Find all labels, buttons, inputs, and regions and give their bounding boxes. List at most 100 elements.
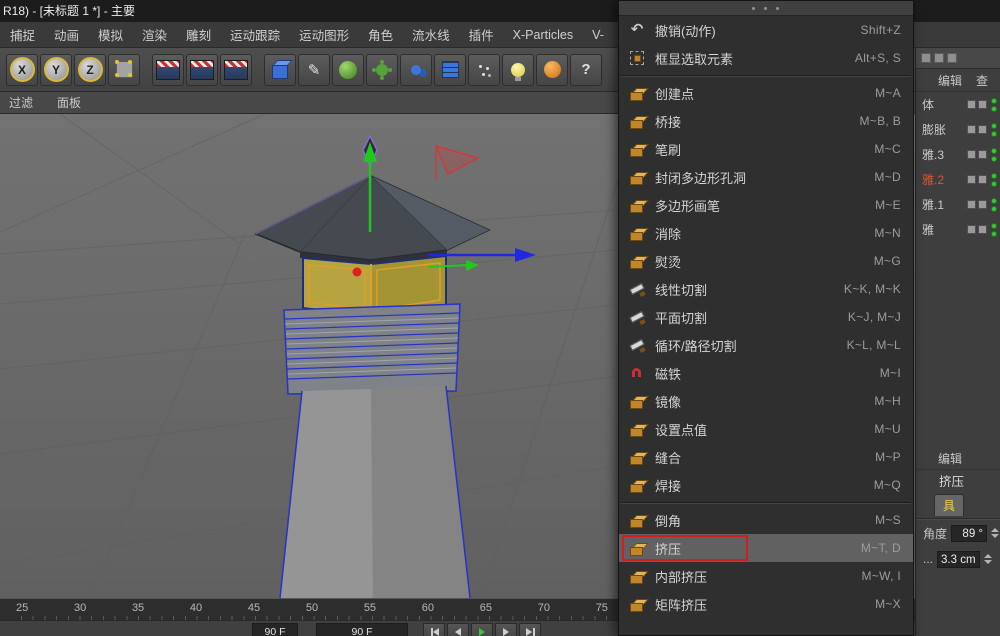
menu-simulate[interactable]: 模拟: [98, 25, 123, 44]
menu-item-line-cut[interactable]: 线性切割 K~K, M~K: [619, 275, 913, 303]
render-view-button[interactable]: [152, 54, 184, 86]
menu-item-magnet[interactable]: 磁铁 M~I: [619, 359, 913, 387]
visibility-dots[interactable]: [991, 223, 997, 237]
add-generator-button[interactable]: [332, 54, 364, 86]
play-icon: [479, 628, 485, 636]
play-button[interactable]: [471, 623, 493, 636]
coordinate-system-toggle[interactable]: [108, 54, 140, 86]
menu-item-extrude[interactable]: 挤压 M~T, D: [619, 534, 913, 562]
menu-item-matrix-extrude[interactable]: 矩阵挤压 M~X: [619, 590, 913, 618]
menu-sculpt[interactable]: 雕刻: [186, 25, 211, 44]
next-frame-button[interactable]: [495, 623, 517, 636]
menu-item-close-polygon-hole[interactable]: 封闭多边形孔洞 M~D: [619, 163, 913, 191]
tag-icon[interactable]: [978, 175, 987, 184]
visibility-dots[interactable]: [991, 173, 997, 187]
menu-item-create-point[interactable]: 创建点 M~A: [619, 79, 913, 107]
menu-item-bridge[interactable]: 桥接 M~B, B: [619, 107, 913, 135]
object-row[interactable]: 体: [916, 92, 1000, 117]
previous-frame-button[interactable]: [447, 623, 469, 636]
menu-motion-tracker[interactable]: 运动跟踪: [230, 25, 280, 44]
go-to-end-button[interactable]: [519, 623, 541, 636]
menu-character[interactable]: 角色: [368, 25, 393, 44]
angle-input[interactable]: 89 °: [951, 525, 987, 542]
viewport-menu-filter[interactable]: 过滤: [9, 94, 33, 111]
tool-tab[interactable]: 具: [934, 494, 964, 516]
help-button[interactable]: ?: [570, 54, 602, 86]
render-picture-viewer-button[interactable]: [186, 54, 218, 86]
offset-spinner[interactable]: [984, 554, 992, 564]
menu-item-extrude-inner[interactable]: 内部挤压 M~W, I: [619, 562, 913, 590]
object-menu-view[interactable]: 查: [976, 72, 988, 89]
menu-item-loop-path-cut[interactable]: 循环/路径切割 K~L, M~L: [619, 331, 913, 359]
menu-mograph[interactable]: 运动图形: [299, 25, 349, 44]
tag-icon[interactable]: [978, 100, 987, 109]
visibility-dots[interactable]: [991, 148, 997, 162]
pen-tool-button[interactable]: ✎: [298, 54, 330, 86]
tag-icon[interactable]: [967, 100, 976, 109]
dissolve-icon: [629, 225, 645, 241]
visibility-dots[interactable]: [991, 123, 997, 137]
object-row[interactable]: 雅: [916, 217, 1000, 242]
selected-point[interactable]: [353, 268, 362, 277]
menu-pipeline[interactable]: 流水线: [412, 25, 450, 44]
add-light-button[interactable]: [502, 54, 534, 86]
tick-label: 50: [306, 602, 318, 614]
viewport-menu-panel[interactable]: 面板: [57, 94, 81, 111]
tag-icon[interactable]: [978, 225, 987, 234]
menu-render[interactable]: 渲染: [142, 25, 167, 44]
object-menu-edit[interactable]: 编辑: [938, 72, 962, 89]
menu-item-plane-cut[interactable]: 平面切割 K~J, M~J: [619, 303, 913, 331]
object-row-selected[interactable]: 雅.2: [916, 167, 1000, 192]
visibility-dots[interactable]: [991, 198, 997, 212]
add-metaball-button[interactable]: [400, 54, 432, 86]
menu-item-frame-selected[interactable]: 框显选取元素 Alt+S, S: [619, 44, 913, 72]
add-sky-button[interactable]: [536, 54, 568, 86]
menu-scroll-up[interactable]: [619, 1, 913, 16]
current-frame-field[interactable]: 90 F: [252, 623, 298, 636]
offset-input[interactable]: 3.3 cm: [937, 551, 980, 568]
add-array-button[interactable]: [434, 54, 466, 86]
menu-item-undo-action[interactable]: 撤销(动作) Shift+Z: [619, 16, 913, 44]
menu-item-weld[interactable]: 焊接 M~Q: [619, 471, 913, 499]
tag-icon[interactable]: [967, 125, 976, 134]
menu-vray[interactable]: V-: [592, 28, 604, 42]
menu-plugins[interactable]: 插件: [469, 25, 494, 44]
tag-icon[interactable]: [967, 150, 976, 159]
menu-item-dissolve[interactable]: 消除 M~N: [619, 219, 913, 247]
lighthouse-model[interactable]: [256, 136, 489, 598]
attribute-menu-edit[interactable]: 编辑: [938, 450, 962, 467]
tag-icon[interactable]: [967, 225, 976, 234]
go-to-start-button[interactable]: [423, 623, 445, 636]
menu-item-set-point-value[interactable]: 设置点值 M~U: [619, 415, 913, 443]
object-row[interactable]: 雅.3: [916, 142, 1000, 167]
menu-snap[interactable]: 捕捉: [10, 25, 35, 44]
tick-label: 70: [538, 602, 550, 614]
tag-icon[interactable]: [978, 150, 987, 159]
tag-icon[interactable]: [967, 175, 976, 184]
menu-item-mirror[interactable]: 镜像 M~H: [619, 387, 913, 415]
menu-item-polygon-pen[interactable]: 多边形画笔 M~E: [619, 191, 913, 219]
add-deformer-button[interactable]: [366, 54, 398, 86]
object-row[interactable]: 雅.1: [916, 192, 1000, 217]
axis-y-toggle[interactable]: Y: [40, 54, 72, 86]
angle-spinner[interactable]: [991, 528, 999, 538]
render-settings-button[interactable]: [220, 54, 252, 86]
visibility-dots[interactable]: [991, 98, 997, 112]
tag-icon[interactable]: [967, 200, 976, 209]
menu-item-iron[interactable]: 熨烫 M~G: [619, 247, 913, 275]
tag-icon[interactable]: [978, 200, 987, 209]
add-cube-button[interactable]: [264, 54, 296, 86]
menu-item-label: 镜像: [655, 392, 681, 411]
menu-item-brush[interactable]: 笔刷 M~C: [619, 135, 913, 163]
axis-z-toggle[interactable]: Z: [74, 54, 106, 86]
menu-item-stitch-and-sew[interactable]: 缝合 M~P: [619, 443, 913, 471]
end-frame-field[interactable]: 90 F: [316, 623, 408, 636]
add-particles-button[interactable]: [468, 54, 500, 86]
current-frame-value: 90 F: [264, 626, 285, 636]
menu-xparticles[interactable]: X-Particles: [513, 28, 573, 42]
tag-icon[interactable]: [978, 125, 987, 134]
object-row[interactable]: 膨胀: [916, 117, 1000, 142]
axis-x-toggle[interactable]: X: [6, 54, 38, 86]
menu-item-bevel[interactable]: 倒角 M~S: [619, 506, 913, 534]
menu-animate[interactable]: 动画: [54, 25, 79, 44]
